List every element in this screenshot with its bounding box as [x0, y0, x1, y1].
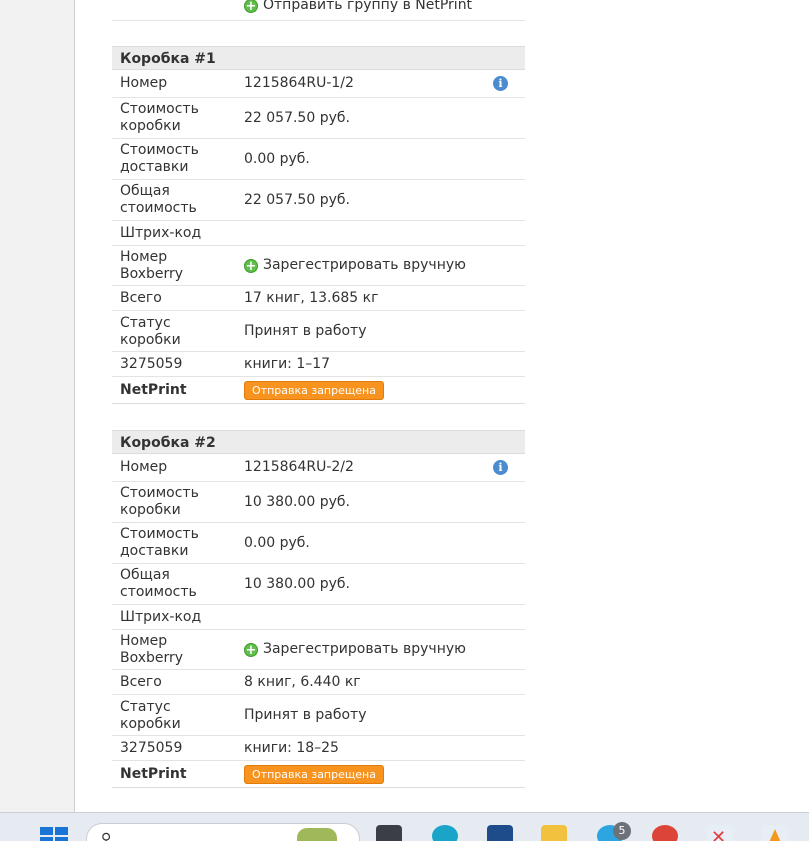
row-value: 0.00 руб. [244, 151, 310, 167]
row-value: 22 057.50 руб. [244, 110, 350, 126]
row-label: Номер [120, 459, 168, 475]
row-barcode: Штрих-код [112, 605, 525, 630]
row-label: Стоимость коробки [120, 485, 199, 518]
row-value: Принят в работу [244, 707, 367, 723]
row-netprint: NetPrint Отправка запрещена [112, 761, 525, 788]
box-title: Коробка #1 [112, 46, 525, 70]
send-group-row: + Отправить группу в NetPrint [112, 0, 525, 21]
left-gutter [0, 0, 75, 812]
search-highlight-icon [297, 828, 337, 841]
status-badge: Отправка запрещена [244, 765, 384, 784]
row-label: Штрих-код [120, 609, 202, 625]
row-label: 3275059 [120, 356, 183, 372]
row-label: Всего [120, 674, 162, 690]
row-label: Статус коробки [120, 699, 181, 732]
vlc-icon[interactable] [762, 825, 788, 841]
taskbar: ⚲ 5 ✕ [0, 812, 809, 841]
row-value: 8 книг, 6.440 кг [244, 674, 361, 690]
register-manually-label: Зарегестрировать вручную [263, 641, 466, 657]
row-netprint: NetPrint Отправка запрещена [112, 377, 525, 404]
row-value: 0.00 руб. [244, 535, 310, 551]
edge-browser-icon[interactable] [432, 825, 458, 841]
row-number: Номер 1215864RU-1/2 i [112, 70, 525, 98]
row-value: книги: 18–25 [244, 740, 339, 756]
register-manually-link[interactable]: + Зарегестрировать вручную [244, 641, 466, 658]
plus-circle-icon: + [244, 643, 258, 658]
app-icon[interactable]: ✕ [707, 825, 733, 841]
row-delivery-cost: Стоимость доставки 0.00 руб. [112, 139, 525, 180]
notification-badge: 5 [613, 822, 631, 840]
row-total-cost: Общая стоимость 22 057.50 руб. [112, 180, 525, 221]
task-view-icon[interactable] [376, 825, 402, 841]
info-icon[interactable]: i [493, 460, 508, 475]
row-label: Стоимость доставки [120, 526, 199, 559]
box-1: Коробка #1 Номер 1215864RU-1/2 i Стоимос… [112, 46, 525, 404]
row-box-cost: Стоимость коробки 22 057.50 руб. [112, 98, 525, 139]
row-label: Всего [120, 290, 162, 306]
row-label: Статус коробки [120, 315, 181, 348]
row-order: 3275059 книги: 18–25 [112, 736, 525, 761]
status-badge: Отправка запрещена [244, 381, 384, 400]
row-total: Всего 8 книг, 6.440 кг [112, 670, 525, 695]
row-label: Общая стоимость [120, 567, 197, 600]
content: + Отправить группу в NetPrint Коробка #1 … [112, 0, 525, 788]
row-label: NetPrint [120, 766, 187, 782]
row-label: 3275059 [120, 740, 183, 756]
store-icon[interactable] [487, 825, 513, 841]
row-total-cost: Общая стоимость 10 380.00 руб. [112, 564, 525, 605]
row-value: Принят в работу [244, 323, 367, 339]
register-manually-link[interactable]: + Зарегестрировать вручную [244, 257, 466, 274]
send-group-label: Отправить группу в NetPrint [263, 0, 473, 13]
row-value: 22 057.50 руб. [244, 192, 350, 208]
row-boxberry: Номер Boxberry + Зарегестрировать вручную [112, 630, 525, 670]
taskbar-search-box[interactable]: ⚲ [86, 823, 360, 841]
row-order: 3275059 книги: 1–17 [112, 352, 525, 377]
row-label: Стоимость коробки [120, 101, 199, 134]
register-manually-label: Зарегестрировать вручную [263, 257, 466, 273]
row-label: Стоимость доставки [120, 142, 199, 175]
row-status: Статус коробки Принят в работу [112, 695, 525, 736]
row-label: Штрих-код [120, 225, 202, 241]
row-number: Номер 1215864RU-2/2 i [112, 454, 525, 482]
row-status: Статус коробки Принят в работу [112, 311, 525, 352]
row-value: 1215864RU-1/2 [244, 75, 354, 91]
info-icon[interactable]: i [493, 76, 508, 91]
row-box-cost: Стоимость коробки 10 380.00 руб. [112, 482, 525, 523]
box-2: Коробка #2 Номер 1215864RU-2/2 i Стоимос… [112, 430, 525, 788]
row-total: Всего 17 книг, 13.685 кг [112, 286, 525, 311]
row-value: книги: 1–17 [244, 356, 331, 372]
plus-circle-icon: + [244, 259, 258, 274]
row-label: Номер [120, 75, 168, 91]
file-explorer-icon[interactable] [541, 825, 567, 841]
row-value: 10 380.00 руб. [244, 576, 350, 592]
row-label: Номер Boxberry [120, 249, 184, 282]
box-title: Коробка #2 [112, 430, 525, 454]
row-boxberry: Номер Boxberry + Зарегестрировать вручную [112, 246, 525, 286]
send-group-link[interactable]: + Отправить группу в NetPrint [244, 0, 473, 14]
row-label: Общая стоимость [120, 183, 197, 216]
chrome-icon[interactable] [652, 825, 678, 841]
row-value: 10 380.00 руб. [244, 494, 350, 510]
windows-start-icon[interactable] [40, 827, 70, 841]
row-label: NetPrint [120, 382, 187, 398]
row-value: 17 книг, 13.685 кг [244, 290, 379, 306]
row-barcode: Штрих-код [112, 221, 525, 246]
plus-circle-icon: + [244, 0, 258, 14]
row-delivery-cost: Стоимость доставки 0.00 руб. [112, 523, 525, 564]
row-value: 1215864RU-2/2 [244, 459, 354, 475]
row-label: Номер Boxberry [120, 633, 184, 666]
